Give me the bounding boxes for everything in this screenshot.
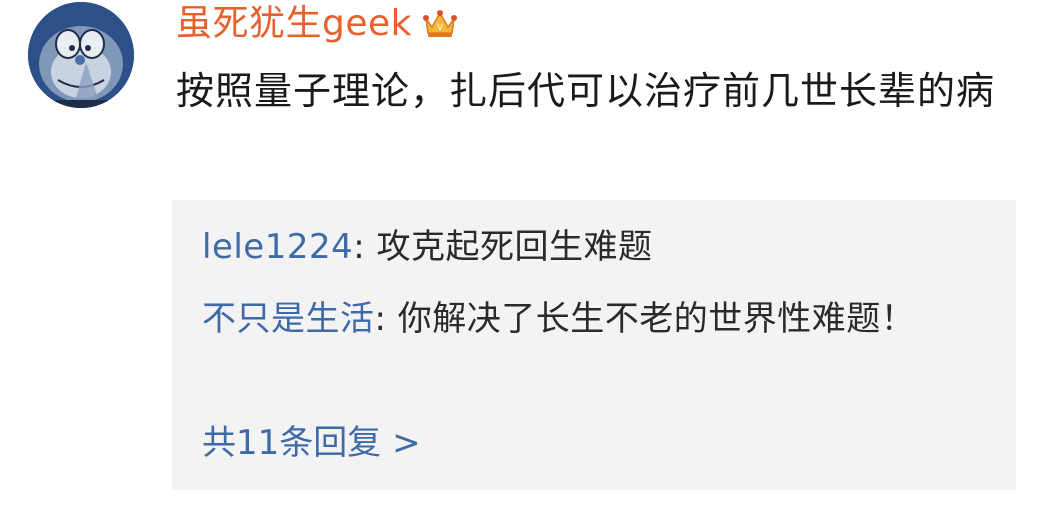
reply-list: lele1224: 攻克起死回生难题 不只是生活: 你解决了长生不老的世界性难题… <box>172 200 1016 490</box>
comment-text: 按照量子理论，扎后代可以治疗前几世长辈的病 <box>176 69 996 113</box>
reply-separator: : <box>374 299 398 339</box>
reply-item[interactable]: lele1224: 攻克起死回生难题 <box>202 222 962 272</box>
reply-text: 你解决了长生不老的世界性难题！ <box>397 299 916 339</box>
svg-text:V: V <box>437 23 444 33</box>
reply-author[interactable]: lele1224 <box>202 227 353 267</box>
doraemon-avatar-icon <box>28 2 134 108</box>
vip-crown-icon[interactable]: V <box>422 9 458 39</box>
reply-item[interactable]: 不只是生活: 你解决了长生不老的世界性难题！ <box>202 294 962 344</box>
comment-card: 虽死犹生geek V 按照量子理论，扎后代可以治疗前几世长辈的病 lele122… <box>0 0 1044 508</box>
reply-text: 攻克起死回生难题 <box>376 227 653 267</box>
reply-author[interactable]: 不只是生活 <box>202 299 375 339</box>
username[interactable]: 虽死犹生geek <box>176 2 412 46</box>
avatar[interactable] <box>28 2 134 108</box>
view-all-replies-link[interactable]: 共11条回复 > <box>202 418 421 468</box>
reply-separator: : <box>353 227 377 267</box>
comment-header: 虽死犹生geek V <box>176 2 458 46</box>
